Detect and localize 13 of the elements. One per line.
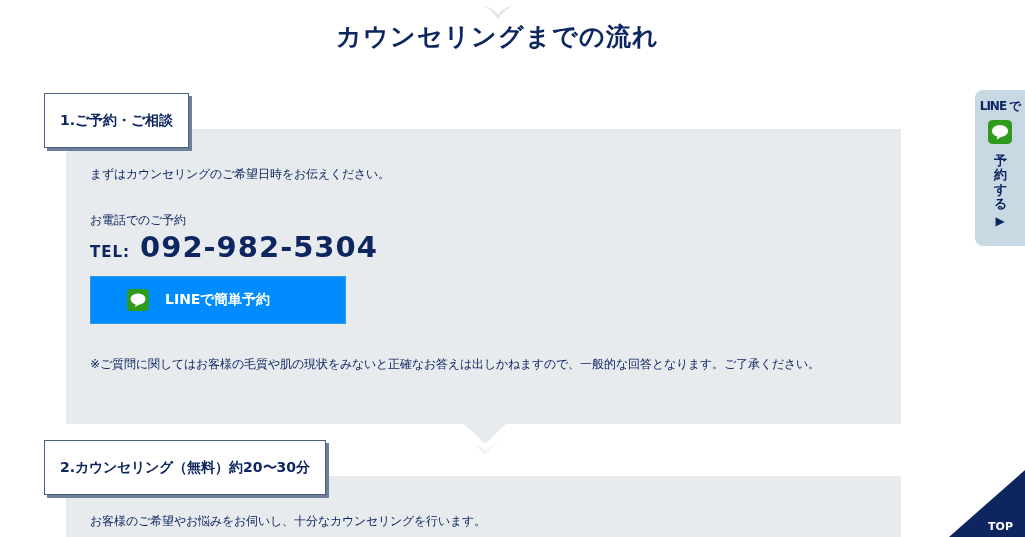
tel-prefix: TEL: [90,243,131,261]
page-title: カウンセリングまでの流れ [336,21,659,53]
phone-label: お電話でのご予約 [90,212,186,228]
step-heading: 2.カウンセリング（無料）約20〜30分 [44,440,327,495]
paragraph: お客様のご希望やお悩みをお伺いし、十分なカウンセリングを行います。 [90,513,486,529]
back-to-top-button[interactable]: TOP [949,470,1025,537]
line-reservation-tab[interactable]: LINE で 予約する ▶ [975,90,1025,246]
step-heading: 1.ご予約・ご相談 [44,93,190,148]
phone-number: 092-982-5304 [140,230,378,264]
paragraph: まずはカウンセリングのご希望日時をお伝えください。 [90,166,390,182]
chat-bubble-icon [988,120,1012,144]
note-text: ※ご質問に関してはお客様の毛質や肌の現状をみないと正確なお答えは出しかねますので、一般的な回答となります。ご了承ください。 [90,356,821,372]
chat-bubble-icon [127,289,149,311]
